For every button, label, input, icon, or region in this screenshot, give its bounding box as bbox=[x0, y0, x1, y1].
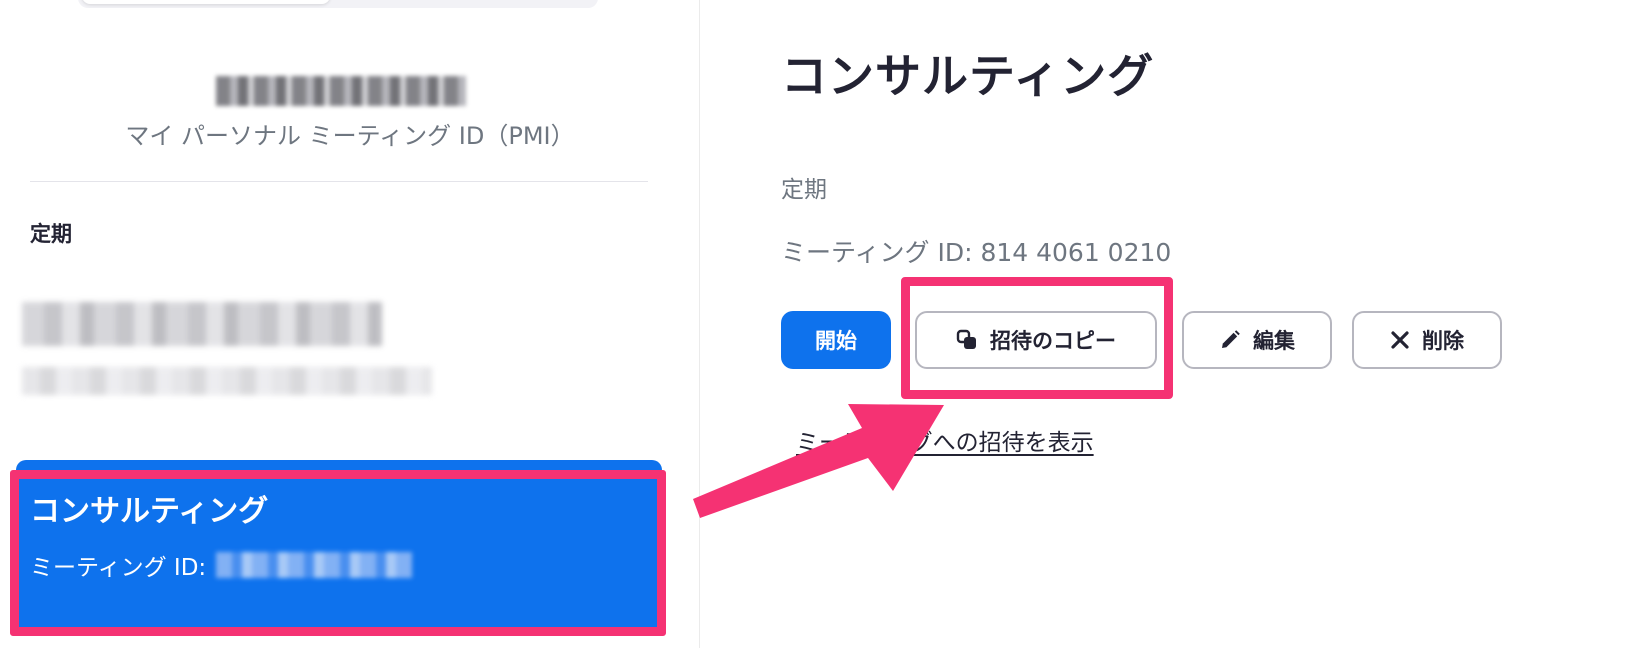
meeting-item-selected[interactable]: コンサルティング ミーティング ID: bbox=[16, 460, 662, 636]
copy-invitation-label: 招待のコピー bbox=[990, 329, 1116, 353]
section-title-recurring: 定期 bbox=[30, 222, 72, 246]
pmi-label: マイ パーソナル ミーティング ID（PMI） bbox=[125, 122, 575, 150]
pencil-icon bbox=[1219, 329, 1241, 351]
meeting-id: ミーティング ID: 814 4061 0210 bbox=[781, 238, 1172, 267]
meeting-detail-panel: コンサルティング 定期 ミーティング ID: 814 4061 0210 開始 … bbox=[701, 0, 1634, 648]
copy-icon bbox=[956, 329, 978, 351]
divider bbox=[30, 181, 648, 182]
meeting-item-id-redacted bbox=[216, 552, 413, 578]
meeting-item-id: ミーティング ID: bbox=[30, 548, 413, 582]
delete-button[interactable]: 削除 bbox=[1352, 311, 1502, 369]
close-icon bbox=[1390, 330, 1410, 350]
edit-button-label: 編集 bbox=[1253, 329, 1295, 353]
start-button[interactable]: 開始 bbox=[781, 311, 891, 369]
meeting-item-redacted-title[interactable] bbox=[22, 302, 382, 346]
edit-button[interactable]: 編集 bbox=[1182, 311, 1332, 369]
pmi-number-redacted bbox=[176, 72, 506, 110]
segmented-control-active-tab[interactable] bbox=[82, 0, 330, 4]
meeting-title: コンサルティング bbox=[781, 49, 1155, 103]
start-button-label: 開始 bbox=[815, 329, 857, 353]
app-window: マイ パーソナル ミーティング ID（PMI） 定期 コンサルティング ミーティ… bbox=[0, 0, 1634, 648]
meeting-item-id-label: ミーティング ID: bbox=[30, 555, 207, 581]
copy-invitation-button[interactable]: 招待のコピー bbox=[915, 311, 1157, 369]
delete-button-label: 削除 bbox=[1422, 329, 1464, 353]
segmented-control[interactable] bbox=[78, 0, 598, 8]
recurrence-label: 定期 bbox=[781, 177, 827, 203]
meeting-list-panel: マイ パーソナル ミーティング ID（PMI） 定期 コンサルティング ミーティ… bbox=[0, 0, 700, 648]
show-invitation-link[interactable]: ミーティングへの招待を表示 bbox=[796, 423, 1094, 457]
pmi-blur bbox=[216, 76, 466, 106]
meeting-item-title: コンサルティング bbox=[30, 494, 269, 529]
meeting-item-redacted-subtitle bbox=[22, 367, 432, 395]
